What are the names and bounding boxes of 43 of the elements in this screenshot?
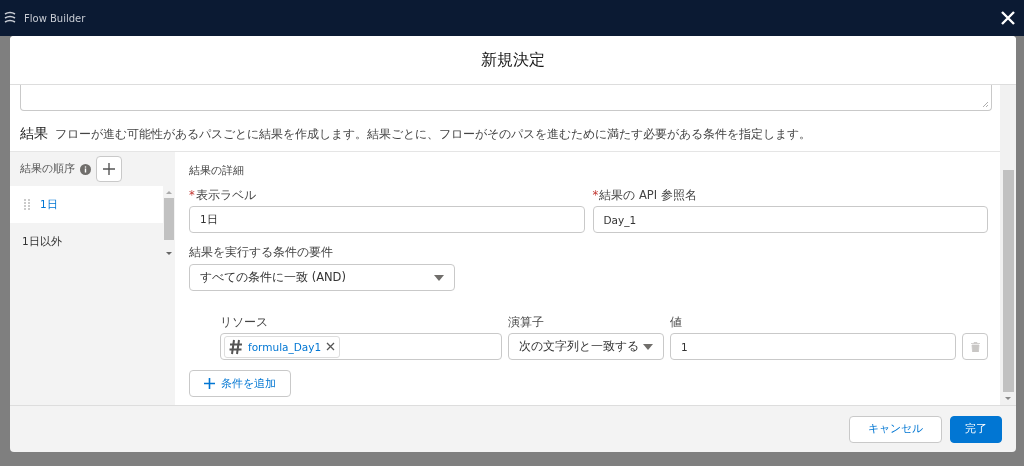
operator-dropdown[interactable]: 次の文字列と一致する bbox=[508, 333, 664, 360]
resource-pill[interactable]: formula_Day1 bbox=[224, 335, 341, 358]
value-field[interactable]: 1 bbox=[670, 333, 956, 360]
number-sign-icon bbox=[229, 338, 243, 355]
close-icon[interactable] bbox=[1000, 10, 1016, 26]
resize-handle-icon[interactable] bbox=[982, 101, 989, 108]
outcome-item[interactable]: 1日以外 bbox=[10, 223, 163, 260]
scroll-down-icon[interactable] bbox=[165, 251, 173, 257]
outcome-item[interactable]: 1日 bbox=[10, 186, 163, 223]
plus-icon bbox=[103, 163, 115, 175]
cancel-button[interactable]: キャンセル bbox=[849, 415, 942, 443]
app-title: Flow Builder bbox=[24, 12, 86, 24]
remove-icon[interactable] bbox=[326, 342, 336, 351]
column-label: 演算子 bbox=[508, 315, 545, 330]
field-label: *結果の API 参照名 bbox=[592, 188, 698, 203]
scrollbar[interactable] bbox=[1000, 85, 1016, 405]
info-icon[interactable] bbox=[80, 163, 91, 175]
drag-handle-icon[interactable] bbox=[24, 198, 30, 211]
field-label: *表示ラベル bbox=[189, 188, 257, 203]
trash-icon bbox=[970, 341, 980, 352]
input-field[interactable]: 1日 bbox=[189, 206, 585, 233]
dropdown-caret-icon bbox=[643, 343, 653, 350]
logo-icon bbox=[4, 11, 16, 25]
text-area[interactable] bbox=[20, 85, 992, 111]
scroll-down-icon[interactable] bbox=[1004, 396, 1012, 402]
column-label: リソース bbox=[220, 315, 269, 330]
scroll-up-icon[interactable] bbox=[165, 189, 173, 195]
field-label: 結果を実行する条件の要件 bbox=[189, 245, 333, 260]
requirement-dropdown[interactable]: すべての条件に一致 (AND) bbox=[189, 264, 455, 291]
order-label: 結果の順序 bbox=[20, 162, 75, 176]
dialog-title: 新規決定 bbox=[481, 49, 545, 71]
add-outcome-button[interactable] bbox=[96, 156, 122, 182]
resource-field[interactable]: formula_Day1 bbox=[220, 333, 502, 360]
section-description: フローが進む可能性があるパスごとに結果を作成します。結果ごとに、フローがそのパスを進むために満たす必要がある条件を指定します。 bbox=[55, 127, 811, 142]
plus-icon bbox=[204, 378, 215, 389]
details-heading: 結果の詳細 bbox=[189, 164, 244, 178]
dropdown-caret-icon bbox=[434, 274, 444, 281]
column-label: 値 bbox=[670, 315, 683, 330]
input-field[interactable]: Day_1 bbox=[592, 206, 988, 233]
section-heading: 結果 bbox=[20, 125, 48, 143]
done-button[interactable]: 完了 bbox=[950, 415, 1002, 443]
delete-button[interactable] bbox=[962, 333, 988, 360]
add-condition-button[interactable]: 条件を追加 bbox=[189, 370, 291, 397]
